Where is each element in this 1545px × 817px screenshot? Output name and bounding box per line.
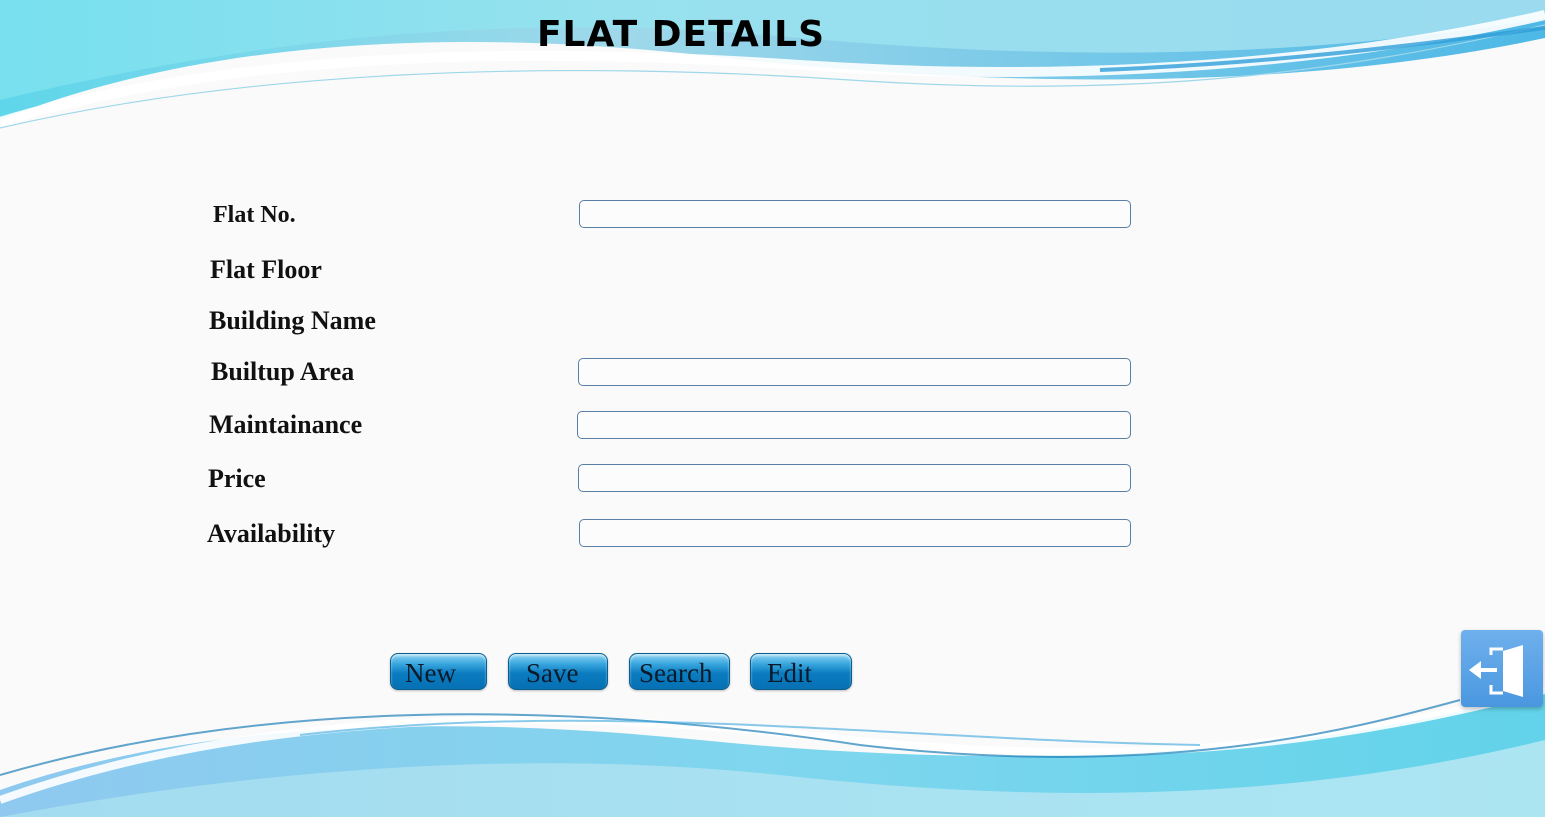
building-name-label: Building Name — [209, 306, 376, 335]
availability-input[interactable] — [579, 519, 1131, 547]
availability-label: Availability — [207, 519, 336, 548]
builtup-area-label: Builtup Area — [211, 357, 355, 386]
wave-background — [0, 0, 1545, 817]
maintainance-label: Maintainance — [209, 410, 363, 439]
new-button-label: New — [405, 658, 456, 688]
save-button-label: Save — [526, 658, 579, 688]
flat-no-label: Flat No. — [213, 202, 296, 228]
flat-floor-label: Flat Floor — [210, 255, 322, 284]
search-button[interactable]: Search — [629, 653, 730, 690]
page-title: FLAT DETAILS — [536, 14, 826, 55]
price-label: Price — [208, 464, 266, 493]
builtup-area-input[interactable] — [578, 358, 1131, 386]
flat-no-input[interactable] — [579, 200, 1131, 228]
new-button[interactable]: New — [390, 653, 487, 690]
edit-button[interactable]: Edit — [750, 653, 852, 690]
edit-button-label: Edit — [767, 658, 812, 688]
maintainance-input[interactable] — [577, 411, 1131, 439]
save-button[interactable]: Save — [508, 653, 608, 690]
price-input[interactable] — [578, 464, 1131, 492]
search-button-label: Search — [639, 658, 713, 688]
exit-button[interactable] — [1461, 630, 1543, 707]
